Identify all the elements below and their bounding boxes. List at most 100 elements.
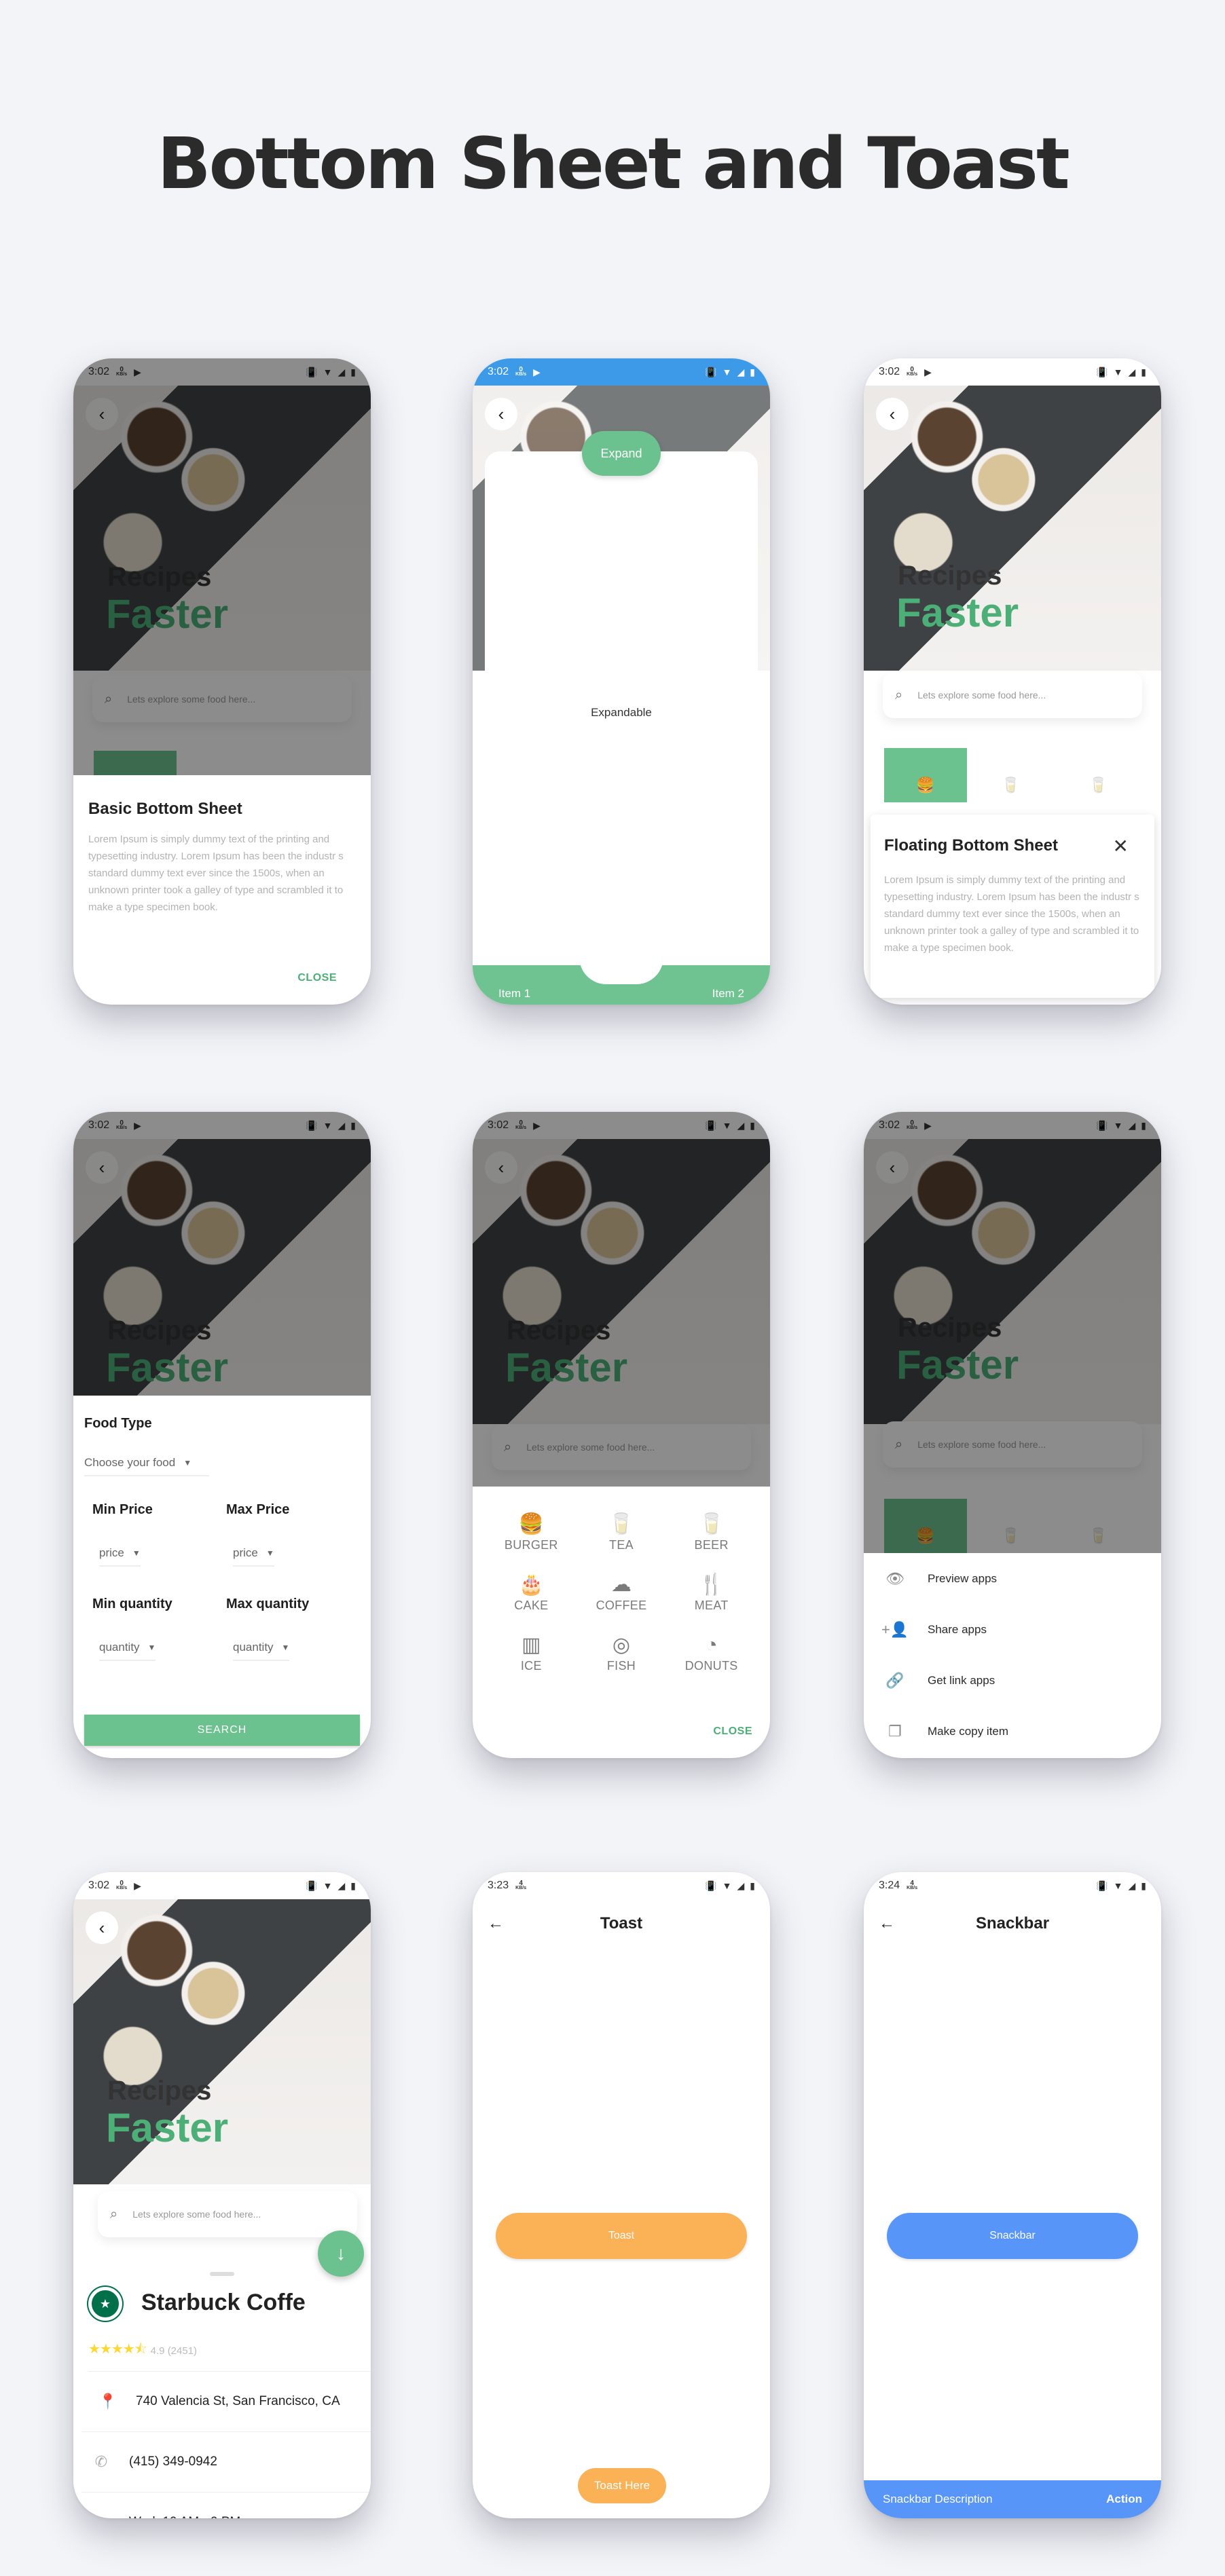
bottom-bar-notch xyxy=(579,950,663,984)
chevron-left-icon: ‹ xyxy=(889,403,896,424)
vibrate-icon: 📳 xyxy=(705,366,717,377)
close-button[interactable]: CLOSE xyxy=(297,972,337,984)
expand-button[interactable]: Expand xyxy=(582,431,661,476)
phone-snackbar: 3:24 4 KB/s 📳 ▼ ◢ ▮ ← Snackbar Snackbar Snac… xyxy=(864,1872,1161,2518)
wifi-icon: ▼ xyxy=(722,1880,732,1891)
search-button[interactable]: SEARCH xyxy=(84,1715,360,1746)
grid-item-fish[interactable]: ◎ FISH xyxy=(577,1635,667,1673)
sheet-title: Floating Bottom Sheet xyxy=(884,836,1058,855)
caret-down-icon: ▼ xyxy=(183,1458,192,1468)
status-time: 3:24 xyxy=(879,1880,900,1891)
screen-title: Snackbar xyxy=(975,1914,1050,1933)
category-tab-burger[interactable]: 🍔 xyxy=(884,748,967,802)
rating: ★★★★⯪ 4.9 (2451) xyxy=(88,2339,197,2362)
location-pin-icon: 📍 xyxy=(98,2393,117,2410)
close-button[interactable]: CLOSE xyxy=(713,1725,752,1738)
rating-text: 4.9 (2451) xyxy=(150,2345,198,2357)
list-item-preview[interactable]: 👁 Preview apps xyxy=(864,1553,1161,1604)
hours-row[interactable]: ◷Wed, 10 AM - 9 PM xyxy=(81,2492,371,2518)
category-tab-tea[interactable]: 🥛 xyxy=(967,748,1055,802)
grid-item-coffee[interactable]: ☁ COFFEE xyxy=(577,1574,667,1613)
phone-row[interactable]: ✆ (415) 349-0942 xyxy=(81,2431,371,2492)
search-icon: ⌕ xyxy=(110,2206,118,2222)
toast-message: Toast Here xyxy=(578,2468,666,2503)
search-input[interactable]: ⌕ Lets explore some food here... xyxy=(98,2191,357,2237)
nav-item-1[interactable]: Item 1 xyxy=(498,987,530,1001)
address-row[interactable]: 📍 740 Valencia St, San Francisco, CA xyxy=(88,2371,371,2431)
status-bar: 3:02 0 KB/s ▶ 📳 ▼ ◢ ▮ xyxy=(73,1872,371,1899)
burger-icon: 🍔 xyxy=(518,1513,544,1535)
food-type-label: Food Type xyxy=(84,1416,152,1431)
close-icon[interactable]: ✕ xyxy=(1113,835,1129,857)
play-store-icon: ▶ xyxy=(924,366,932,377)
min-quantity-dropdown[interactable]: quantity ▼ xyxy=(99,1641,156,1661)
wifi-icon: ▼ xyxy=(323,1880,333,1891)
network-speed: 0 KB/s xyxy=(116,1880,128,1891)
chevron-left-icon: ‹ xyxy=(98,1917,105,1938)
signal-icon: ◢ xyxy=(337,1880,346,1891)
list-item-link[interactable]: 🔗 Get link apps xyxy=(864,1655,1161,1706)
grid-item-donuts[interactable]: ◔ DONUTS xyxy=(666,1635,756,1673)
status-time: 3:02 xyxy=(488,366,509,377)
snackbar: Snackbar Description Action xyxy=(864,2480,1161,2518)
category-tab-beer[interactable]: 🥛 xyxy=(1055,748,1142,802)
sheet-body: Lorem Ipsum is simply dummy text of the … xyxy=(884,874,1139,954)
network-speed: 4 KB/s xyxy=(515,1880,527,1891)
copy-icon: ❐ xyxy=(888,1722,902,1740)
phone-toast: 3:23 4 KB/s 📳 ▼ ◢ ▮ ← Toast Toast Toast Here xyxy=(473,1872,770,2518)
clock-icon: ◷ xyxy=(90,2514,113,2518)
battery-icon: ▮ xyxy=(1141,1880,1146,1891)
max-quantity-dropdown[interactable]: quantity ▼ xyxy=(233,1641,290,1661)
sheet-title: Basic Bottom Sheet xyxy=(88,800,242,818)
vibrate-icon: 📳 xyxy=(705,1880,717,1891)
arrow-left-icon[interactable]: ← xyxy=(879,1914,895,1933)
expandable-label: Expandable xyxy=(591,706,652,719)
cup-icon: 🥛 xyxy=(1089,777,1108,794)
search-input[interactable]: ⌕ Lets explore some food here... xyxy=(883,672,1142,718)
back-button[interactable]: ‹ xyxy=(485,398,517,430)
person-add-icon: +👤 xyxy=(881,1620,909,1638)
wifi-icon: ▼ xyxy=(1113,1880,1123,1891)
chevron-left-icon: ‹ xyxy=(498,403,505,424)
basic-bottom-sheet: Basic Bottom Sheet Lorem Ipsum is simply… xyxy=(73,775,371,1005)
phone-filter-sheet: 3:02 0 KB/s ▶ 📳 ▼ ◢ ▮ ‹ Recipes Faster Food … xyxy=(73,1112,371,1758)
place-name: Starbuck Coffe xyxy=(141,2290,306,2315)
expandable-sheet: Expandable xyxy=(485,451,758,974)
phone-floating-sheet: 3:02 0 KB/s ▶ 📳 ▼ ◢ ▮ ‹ Recipes Faster ⌕ Lets… xyxy=(864,358,1161,1005)
nav-item-2[interactable]: Item 2 xyxy=(712,987,744,1001)
toast-button[interactable]: Toast xyxy=(496,2213,747,2259)
snackbar-button[interactable]: Snackbar xyxy=(887,2213,1138,2259)
status-bar: 3:02 0 KB/s ▶ 📳 ▼ ◢ ▮ xyxy=(473,358,770,386)
grid-item-burger[interactable]: 🍔 BURGER xyxy=(486,1514,577,1552)
grid-item-meat[interactable]: 🍴 MEAT xyxy=(666,1574,756,1613)
back-button[interactable]: ‹ xyxy=(86,1911,118,1944)
floating-bottom-sheet: Floating Bottom Sheet ✕ Lorem Ipsum is s… xyxy=(871,815,1154,998)
food-dropdown[interactable]: Choose your food ▼ xyxy=(84,1456,209,1476)
max-price-dropdown[interactable]: price ▼ xyxy=(233,1546,274,1567)
arrow-left-icon[interactable]: ← xyxy=(488,1914,504,1933)
collapse-fab[interactable]: ↓ xyxy=(318,2230,364,2277)
app-bar: ← Toast xyxy=(473,1899,770,1948)
category-row: 🍔 🥛 🥛 xyxy=(884,748,1142,802)
phone-grid-sheet: 3:02 0 KB/s ▶ 📳 ▼ ◢ ▮ ‹ Recipes Faster ⌕ Lets… xyxy=(473,1112,770,1758)
eye-icon: 👁 xyxy=(885,1569,904,1587)
hero-title-faster: Faster xyxy=(896,590,1019,635)
min-price-dropdown[interactable]: price ▼ xyxy=(99,1546,141,1567)
back-button[interactable]: ‹ xyxy=(876,398,909,430)
grid-item-beer[interactable]: 🥛 BEER xyxy=(666,1514,756,1552)
hero-title-faster: Faster xyxy=(106,2105,229,2150)
hero-title-recipes: Recipes xyxy=(107,2076,212,2106)
drag-handle[interactable] xyxy=(210,2272,234,2276)
snackbar-action[interactable]: Action xyxy=(1106,2493,1142,2506)
grid-item-tea[interactable]: 🥛 TEA xyxy=(577,1514,667,1552)
network-speed: 4 KB/s xyxy=(907,1880,918,1891)
grid-item-ice[interactable]: ▥ ICE xyxy=(486,1635,577,1673)
status-bar: 3:02 0 KB/s ▶ 📳 ▼ ◢ ▮ xyxy=(864,358,1161,386)
grid-item-cake[interactable]: 🎂 CAKE xyxy=(486,1574,577,1613)
list-item-share[interactable]: +👤 Share apps xyxy=(864,1604,1161,1655)
list-item-copy[interactable]: ❐ Make copy item xyxy=(864,1706,1161,1757)
cup-icon: 🥛 xyxy=(1001,777,1021,794)
play-store-icon: ▶ xyxy=(134,1880,141,1891)
network-speed: 0 KB/s xyxy=(515,366,527,377)
play-store-icon: ▶ xyxy=(533,366,541,377)
